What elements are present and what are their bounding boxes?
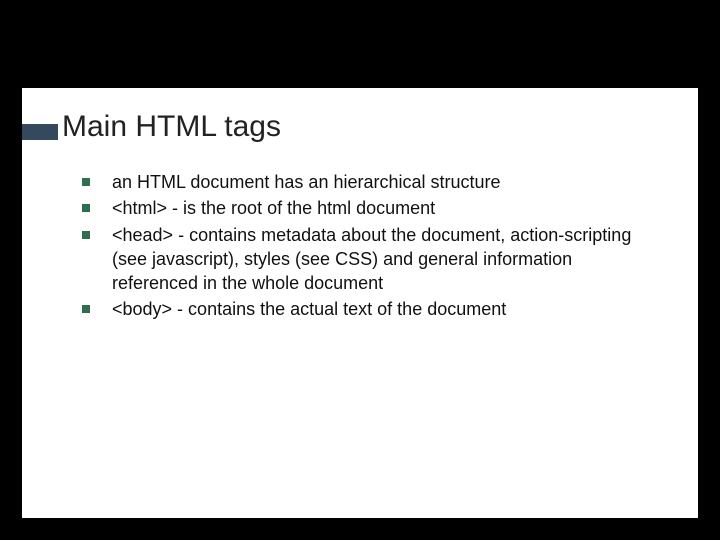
slide: Main HTML tags an HTML document has an h… [22,88,698,518]
list-item-text: <head> - contains metadata about the doc… [112,223,662,296]
square-bullet-icon [82,178,90,186]
slide-title: Main HTML tags [62,110,698,144]
list-item: <html> - is the root of the html documen… [82,196,662,220]
list-item-text: <html> - is the root of the html documen… [112,196,435,220]
list-item-text: an HTML document has an hierarchical str… [112,170,501,194]
slide-body: an HTML document has an hierarchical str… [22,150,698,322]
title-accent-bar [22,124,58,140]
title-wrap: Main HTML tags [22,88,698,150]
list-item-text: <body> - contains the actual text of the… [112,297,506,321]
square-bullet-icon [82,204,90,212]
list-item: <head> - contains metadata about the doc… [82,223,662,296]
list-item: <body> - contains the actual text of the… [82,297,662,321]
square-bullet-icon [82,231,90,239]
square-bullet-icon [82,305,90,313]
list-item: an HTML document has an hierarchical str… [82,170,662,194]
